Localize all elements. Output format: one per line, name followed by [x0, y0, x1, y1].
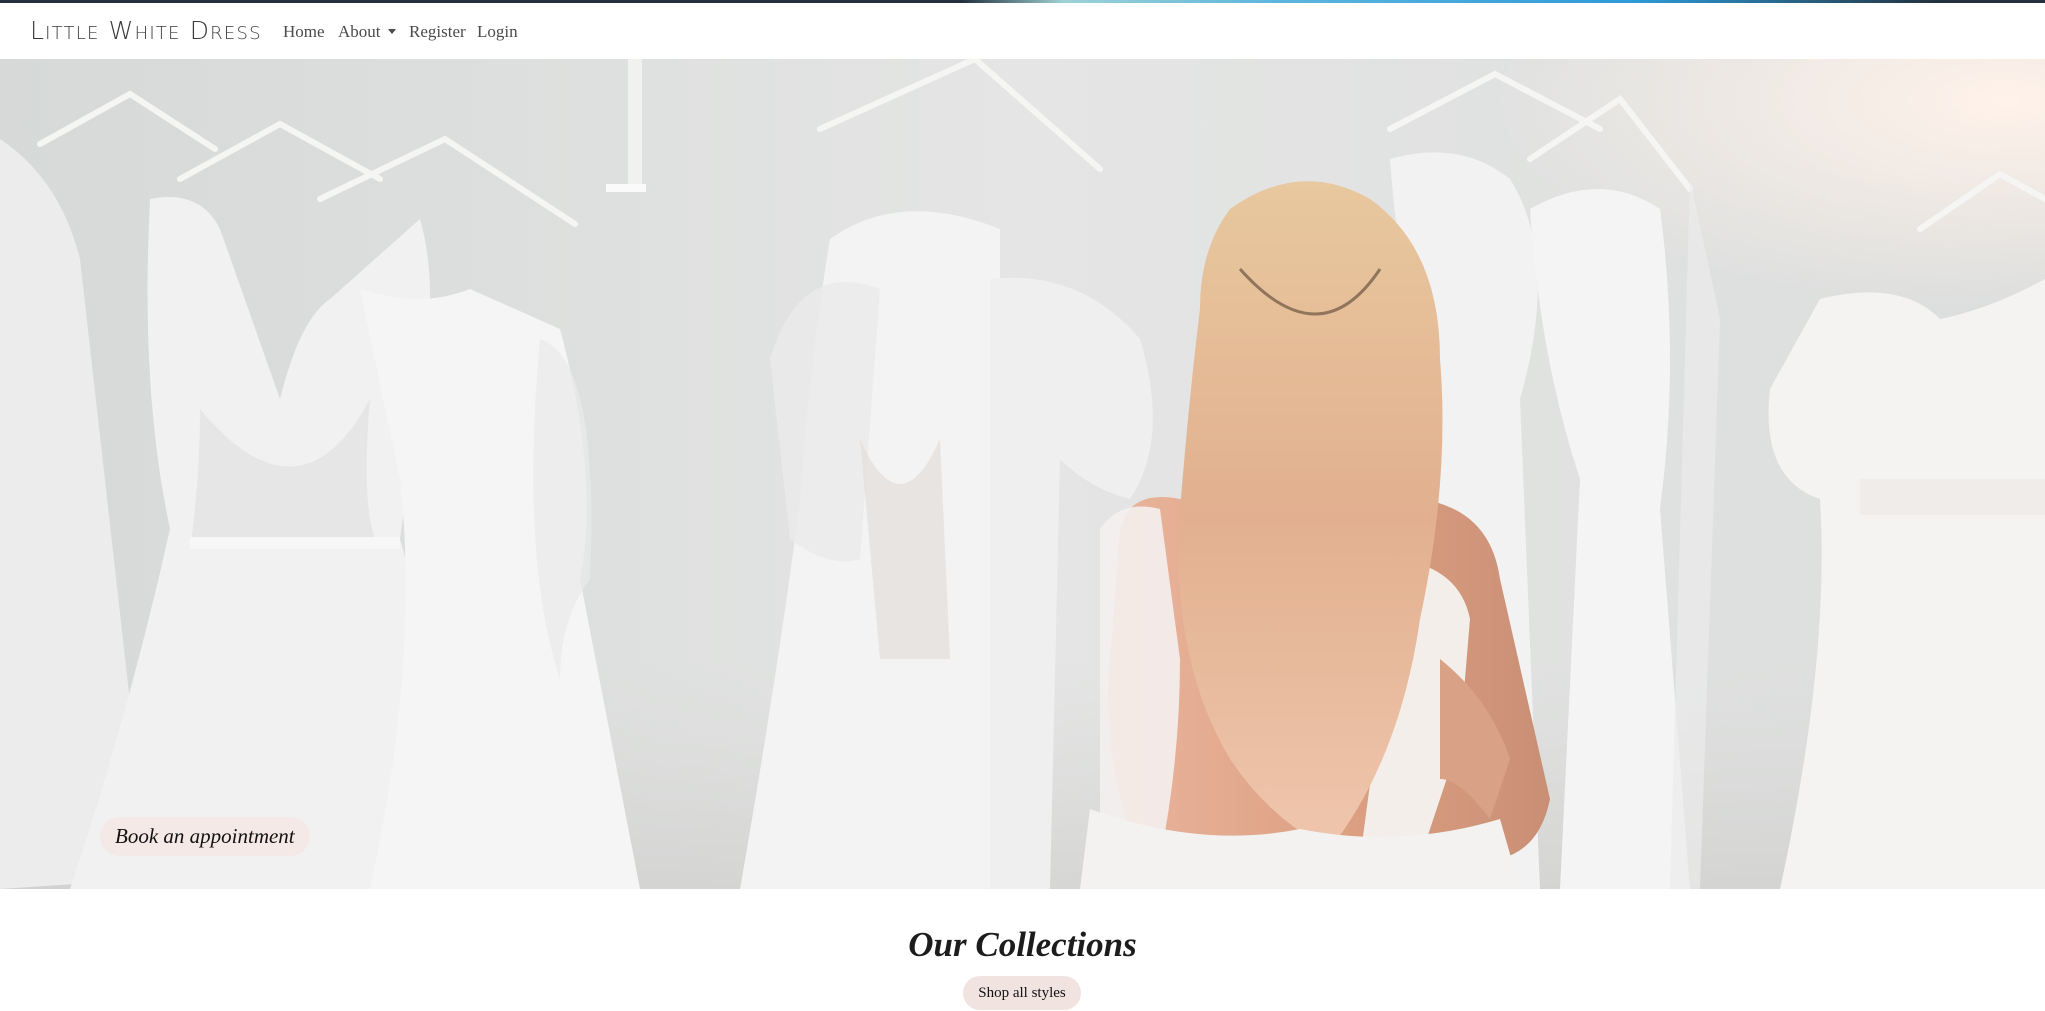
- nav-register-link[interactable]: Register: [409, 22, 466, 42]
- caret-down-icon: [387, 29, 396, 34]
- top-navbar: Little White Dress Home About Register L…: [0, 0, 2045, 59]
- nav-about-label: About: [338, 22, 381, 41]
- collections-heading: Our Collections: [908, 925, 1137, 964]
- brand-logo[interactable]: Little White Dress: [30, 16, 262, 45]
- bridal-boutique-photo: [0, 59, 2045, 889]
- nav-about-dropdown[interactable]: About: [338, 22, 396, 42]
- shop-all-styles-button[interactable]: Shop all styles: [963, 976, 1081, 1010]
- hero-banner: Book an appointment: [0, 59, 2045, 889]
- nav-login-link[interactable]: Login: [477, 22, 518, 42]
- book-appointment-button[interactable]: Book an appointment: [100, 817, 310, 856]
- top-accent-line: [0, 0, 2045, 3]
- nav-home-link[interactable]: Home: [283, 22, 325, 42]
